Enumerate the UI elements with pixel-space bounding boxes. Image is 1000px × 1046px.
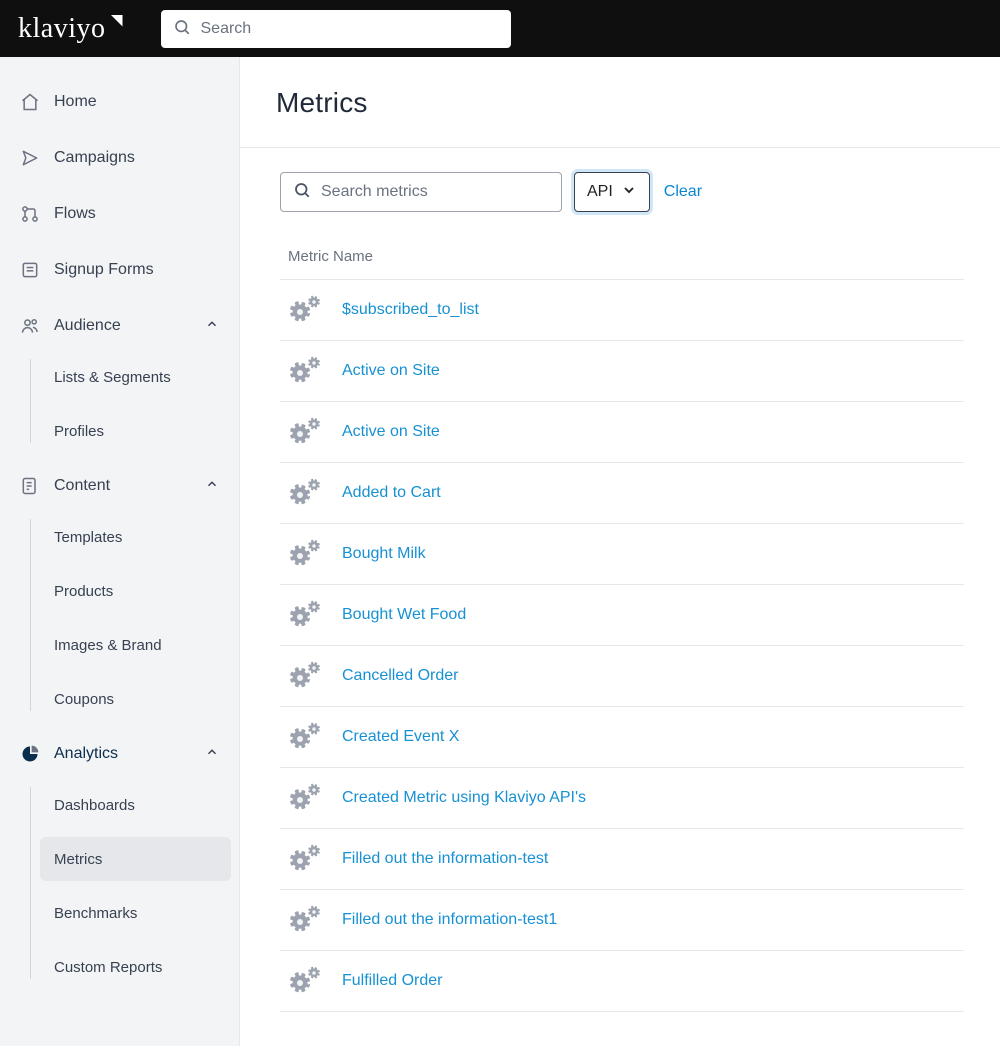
metrics-search[interactable] — [280, 172, 562, 212]
sidebar-item-label: Analytics — [54, 745, 118, 763]
filter-dropdown[interactable]: API — [574, 172, 650, 212]
metric-link[interactable]: Filled out the information-test — [342, 850, 548, 868]
sidebar-sub-images-brand[interactable]: Images & Brand — [40, 623, 231, 667]
metric-link[interactable]: Active on Site — [342, 423, 440, 441]
metric-row: Added to Cart — [280, 462, 964, 523]
flows-icon — [20, 204, 40, 224]
metric-link[interactable]: Bought Wet Food — [342, 606, 466, 624]
metric-row: Bought Milk — [280, 523, 964, 584]
metric-row: Bought Wet Food — [280, 584, 964, 645]
sidebar-item-label: Home — [54, 93, 97, 111]
gears-icon — [288, 418, 322, 446]
sidebar-sub-dashboards[interactable]: Dashboards — [40, 783, 231, 827]
metric-row: Fulfilled Order — [280, 950, 964, 1012]
chevron-up-icon — [205, 745, 219, 764]
filter-label: API — [587, 183, 613, 201]
sidebar-sub-analytics: Dashboards Metrics Benchmarks Custom Rep… — [8, 783, 231, 989]
metric-row: Filled out the information-test — [280, 828, 964, 889]
sidebar-item-audience[interactable]: Audience — [8, 303, 231, 349]
users-icon — [20, 316, 40, 336]
gears-icon — [288, 906, 322, 934]
gears-icon — [288, 967, 322, 995]
metric-row: Active on Site — [280, 401, 964, 462]
sidebar-sub-content: Templates Products Images & Brand Coupon… — [8, 515, 231, 721]
column-header-metric-name: Metric Name — [280, 232, 964, 279]
gears-icon — [288, 784, 322, 812]
clear-link[interactable]: Clear — [664, 183, 702, 201]
chevron-up-icon — [205, 317, 219, 336]
global-search-input[interactable] — [201, 20, 499, 38]
search-icon — [293, 181, 311, 203]
gears-icon — [288, 845, 322, 873]
sidebar-sub-audience: Lists & Segments Profiles — [8, 355, 231, 453]
topbar: klaviyo — [0, 0, 1000, 57]
page-title: Metrics — [276, 87, 964, 119]
metric-row: Cancelled Order — [280, 645, 964, 706]
metric-row: Active on Site — [280, 340, 964, 401]
sidebar-item-flows[interactable]: Flows — [8, 191, 231, 237]
metric-link[interactable]: Cancelled Order — [342, 667, 459, 685]
gears-icon — [288, 723, 322, 751]
metric-row: Created Metric using Klaviyo API's — [280, 767, 964, 828]
sidebar-item-campaigns[interactable]: Campaigns — [8, 135, 231, 181]
sidebar-item-label: Flows — [54, 205, 96, 223]
metric-link[interactable]: Fulfilled Order — [342, 972, 442, 990]
main: Metrics API Clear Metric Name — [240, 57, 1000, 1046]
metric-link[interactable]: $subscribed_to_list — [342, 301, 479, 319]
sidebar-item-label: Audience — [54, 317, 121, 335]
sidebar-sub-lists-segments[interactable]: Lists & Segments — [40, 355, 231, 399]
sidebar-sub-products[interactable]: Products — [40, 569, 231, 613]
page-header: Metrics — [240, 57, 1000, 148]
sidebar-sub-benchmarks[interactable]: Benchmarks — [40, 891, 231, 935]
metric-row: Filled out the information-test1 — [280, 889, 964, 950]
sidebar-sub-custom-reports[interactable]: Custom Reports — [40, 945, 231, 989]
sidebar-item-label: Signup Forms — [54, 261, 154, 279]
metric-row: Created Event X — [280, 706, 964, 767]
sidebar-sub-templates[interactable]: Templates — [40, 515, 231, 559]
send-icon — [20, 148, 40, 168]
home-icon — [20, 92, 40, 112]
metric-link[interactable]: Bought Milk — [342, 545, 426, 563]
sidebar-item-analytics[interactable]: Analytics — [8, 731, 231, 777]
gears-icon — [288, 357, 322, 385]
metric-link[interactable]: Created Metric using Klaviyo API's — [342, 789, 586, 807]
sidebar: Home Campaigns Flows — [0, 57, 240, 1046]
metric-link[interactable]: Added to Cart — [342, 484, 441, 502]
sidebar-item-signup-forms[interactable]: Signup Forms — [8, 247, 231, 293]
gears-icon — [288, 662, 322, 690]
controls-row: API Clear — [240, 148, 1000, 222]
gears-icon — [288, 540, 322, 568]
chevron-up-icon — [205, 477, 219, 496]
sidebar-sub-metrics[interactable]: Metrics — [40, 837, 231, 881]
search-icon — [173, 18, 191, 40]
sidebar-sub-profiles[interactable]: Profiles — [40, 409, 231, 453]
metric-row: $subscribed_to_list — [280, 279, 964, 340]
gears-icon — [288, 479, 322, 507]
sidebar-item-label: Content — [54, 477, 110, 495]
metric-link[interactable]: Filled out the information-test1 — [342, 911, 557, 929]
sidebar-item-label: Campaigns — [54, 149, 135, 167]
metric-link[interactable]: Active on Site — [342, 362, 440, 380]
form-icon — [20, 260, 40, 280]
brand-logo: klaviyo — [18, 13, 121, 45]
sidebar-item-home[interactable]: Home — [8, 79, 231, 125]
gears-icon — [288, 296, 322, 324]
content-icon — [20, 476, 40, 496]
gears-icon — [288, 601, 322, 629]
sidebar-sub-coupons[interactable]: Coupons — [40, 677, 231, 721]
metrics-list: Metric Name $subscribed_to_list Active o… — [240, 222, 1000, 1042]
global-search[interactable] — [161, 10, 511, 48]
chevron-down-icon — [621, 182, 637, 203]
pie-chart-icon — [20, 744, 40, 764]
metrics-search-input[interactable] — [321, 183, 549, 201]
sidebar-item-content[interactable]: Content — [8, 463, 231, 509]
metric-link[interactable]: Created Event X — [342, 728, 459, 746]
